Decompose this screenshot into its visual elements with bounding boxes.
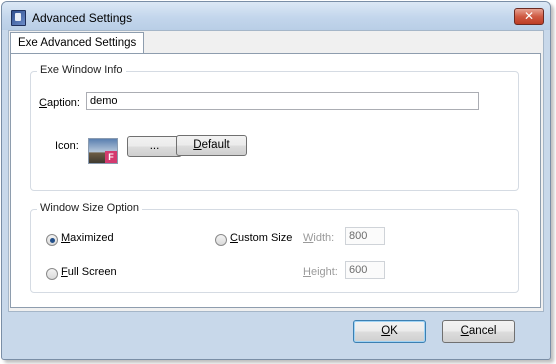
close-icon[interactable]: ✕ — [514, 8, 544, 25]
custom-size-label[interactable]: Custom Size — [230, 232, 292, 244]
full-screen-radio[interactable] — [46, 268, 58, 280]
browse-icon-button[interactable]: ... — [127, 136, 182, 157]
maximized-label[interactable]: Maximized — [61, 232, 114, 244]
exe-icon-preview: F — [88, 138, 118, 164]
window-title: Advanced Settings — [32, 11, 133, 25]
title-bar[interactable]: Advanced Settings ✕ — [2, 2, 550, 30]
full-screen-label[interactable]: Full Screen — [61, 266, 117, 278]
window-size-option-group: Window Size Option Maximized Full Screen… — [30, 202, 519, 293]
dialog-client-area: Exe Advanced Settings Exe Window Info Ca… — [8, 30, 544, 312]
default-icon-button[interactable]: Default — [176, 135, 247, 156]
ok-button[interactable]: OK — [353, 320, 426, 343]
badge-icon: F — [105, 151, 117, 163]
exe-window-info-group: Exe Window Info Caption: Icon: F ... Def… — [30, 64, 519, 191]
caption-label: Caption: — [39, 97, 80, 109]
custom-size-radio[interactable] — [215, 234, 227, 246]
tab-panel: Exe Window Info Caption: Icon: F ... Def… — [10, 53, 541, 308]
cancel-button[interactable]: Cancel — [442, 320, 515, 343]
advanced-settings-window: Advanced Settings ✕ Exe Advanced Setting… — [1, 1, 551, 360]
caption-input[interactable] — [86, 92, 479, 110]
icon-label: Icon: — [55, 140, 79, 152]
exe-window-info-legend: Exe Window Info — [37, 64, 126, 76]
width-input[interactable] — [345, 227, 385, 245]
app-icon — [11, 10, 26, 26]
width-label: Width: — [303, 232, 335, 244]
maximized-radio[interactable] — [46, 234, 58, 246]
height-input[interactable] — [345, 261, 385, 279]
window-size-option-legend: Window Size Option — [37, 202, 143, 214]
tab-exe-advanced-settings[interactable]: Exe Advanced Settings — [10, 32, 145, 54]
height-label: Height: — [303, 266, 338, 278]
